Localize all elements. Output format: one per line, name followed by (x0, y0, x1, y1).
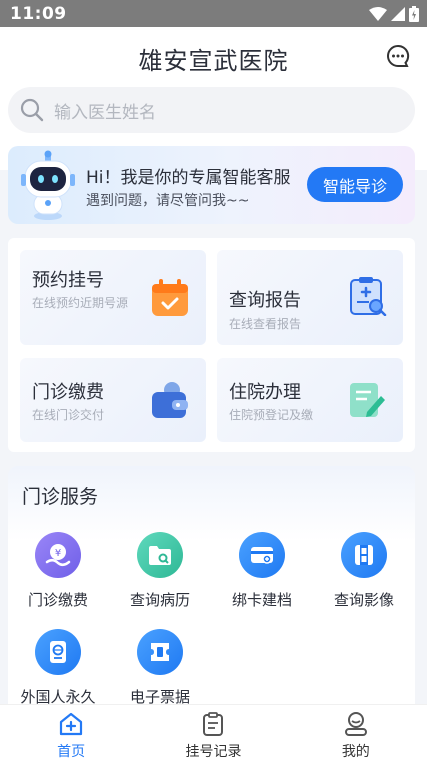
quick-card-report[interactable]: 查询报告 在线查看报告 (217, 250, 403, 345)
folder-icon (137, 532, 183, 578)
quick-card-subtitle: 住院预登记及缴 (229, 408, 314, 422)
payment-icon: ¥ (35, 532, 81, 578)
quick-actions-panel: 预约挂号 在线预约近期号源 查询报告 在线查看报告 门诊缴费 在线门诊交付 住院… (8, 238, 415, 452)
service-label: 查询病历 (129, 591, 190, 609)
outpatient-services-section: 门诊服务 ¥ 门诊缴费 查询病历 绑卡建档 查询影像 外国人永久 电子票据 (8, 466, 415, 716)
service-foreigner-residence[interactable]: 外国人永久 (8, 629, 108, 707)
search-input[interactable]: 输入医生姓名 (8, 87, 415, 133)
search-placeholder: 输入医生姓名 (54, 102, 156, 123)
ticket-icon (137, 629, 183, 675)
quick-card-subtitle: 在线预约近期号源 (32, 296, 129, 310)
service-bind-card[interactable]: 绑卡建档 (212, 532, 312, 610)
svg-text:¥: ¥ (55, 548, 61, 559)
page-title: 雄安宣武医院 (138, 47, 289, 75)
wifi-icon (369, 6, 387, 21)
quick-card-title: 查询报告 (229, 290, 301, 311)
battery-icon (409, 5, 419, 22)
ai-assistant-banner[interactable]: Hi！我是你的专属智能客服 遇到问题，请尽管问我~~ 智能导诊 (8, 146, 415, 224)
smart-triage-button[interactable]: 智能导诊 (307, 167, 403, 202)
card-icon (239, 532, 285, 578)
chat-bubble-icon (387, 44, 410, 67)
quick-card-appointment[interactable]: 预约挂号 在线预约近期号源 (20, 250, 206, 345)
search-icon (20, 98, 44, 122)
quick-card-title: 住院办理 (229, 382, 301, 403)
bottom-tab-bar: 首页 挂号记录 我的 (0, 704, 427, 762)
robot-mascot-icon (21, 150, 75, 220)
signal-icon (391, 6, 405, 21)
edit-icon (350, 383, 385, 417)
message-button[interactable] (385, 43, 411, 69)
passport-icon (35, 629, 81, 675)
banner-subtitle: 遇到问题，请尽管问我~~ (86, 193, 250, 209)
service-medical-records[interactable]: 查询病历 (110, 532, 210, 610)
calendar-icon (152, 279, 188, 316)
status-icons (369, 5, 419, 22)
tab-label: 挂号记录 (185, 744, 242, 760)
service-imaging[interactable]: 查询影像 (314, 532, 414, 610)
tab-profile[interactable]: 我的 (285, 705, 427, 762)
tab-registration-records[interactable]: 挂号记录 (142, 705, 284, 762)
tab-label: 首页 (57, 744, 86, 760)
quick-card-outpatient-pay[interactable]: 门诊缴费 在线门诊交付 (20, 358, 206, 442)
service-label: 绑卡建档 (231, 591, 292, 609)
status-bar: 11:09 (0, 0, 427, 27)
film-icon (341, 532, 387, 578)
banner-title: Hi！我是你的专属智能客服 (86, 168, 291, 188)
service-e-ticket[interactable]: 电子票据 (110, 629, 210, 707)
service-outpatient-pay[interactable]: ¥ 门诊缴费 (8, 532, 108, 610)
quick-card-title: 预约挂号 (32, 270, 104, 291)
section-title: 门诊服务 (22, 486, 99, 508)
service-label: 查询影像 (333, 591, 394, 609)
quick-card-subtitle: 在线门诊交付 (32, 408, 105, 422)
tab-home[interactable]: 首页 (0, 705, 142, 762)
quick-card-subtitle: 在线查看报告 (229, 317, 302, 331)
quick-card-inpatient[interactable]: 住院办理 住院预登记及缴 (217, 358, 403, 442)
service-label: 门诊缴费 (27, 591, 88, 609)
profile-icon (344, 712, 367, 736)
home-icon (60, 712, 83, 736)
quick-card-title: 门诊缴费 (32, 382, 104, 403)
tab-label: 我的 (341, 744, 370, 760)
clipboard-icon (203, 712, 224, 736)
wallet-icon (152, 382, 188, 418)
report-icon (350, 277, 387, 316)
status-time: 11:09 (10, 3, 67, 24)
